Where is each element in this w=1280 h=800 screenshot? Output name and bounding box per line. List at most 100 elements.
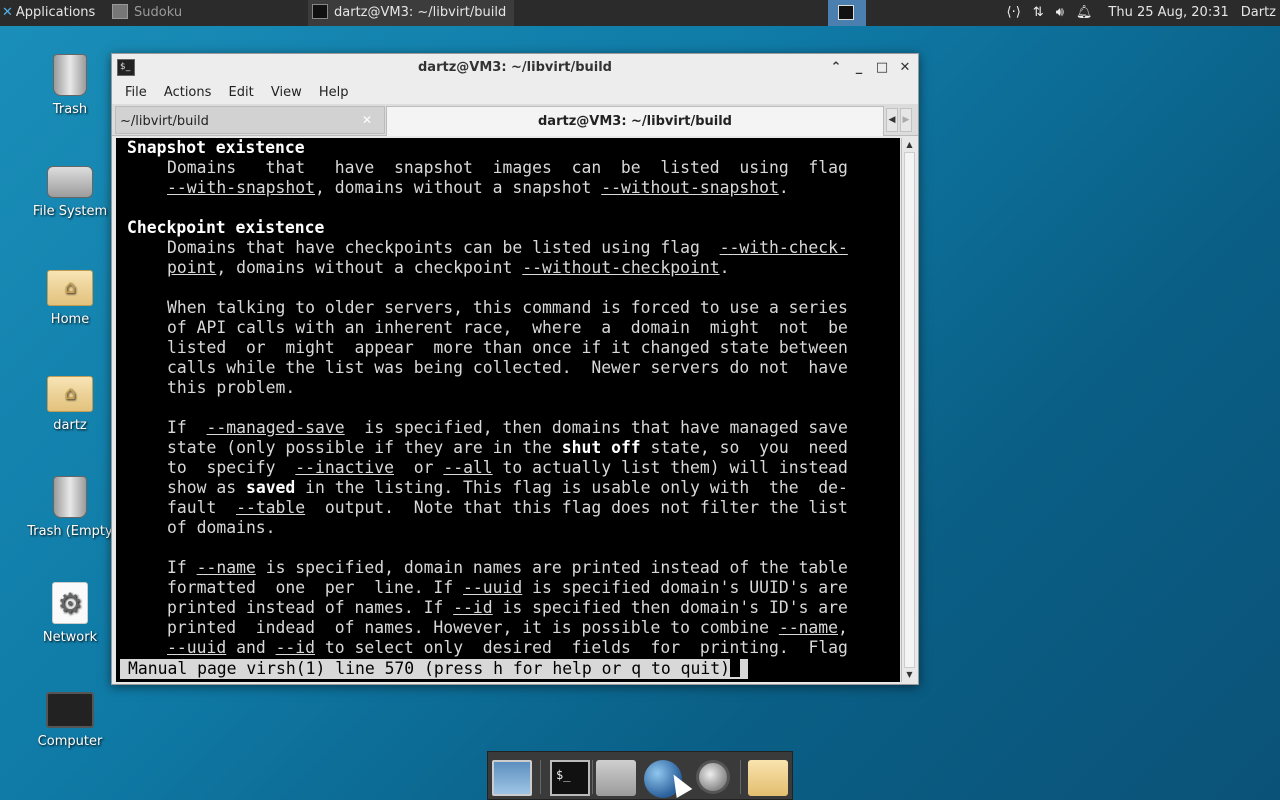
close-tab-icon[interactable]: ✕	[362, 113, 372, 127]
user-menu[interactable]: Dartz	[1241, 5, 1276, 20]
flag-text: --name	[196, 558, 256, 577]
desktop-icon-file-system[interactable]: File System	[20, 158, 120, 219]
menu-bar: File Actions Edit View Help	[112, 82, 918, 104]
tab-libvirt-build[interactable]: ~/libvirt/build ✕	[115, 106, 385, 134]
bold-text: saved	[245, 478, 296, 497]
menu-actions[interactable]: Actions	[164, 82, 212, 100]
terminal-scrollbar[interactable]: ▲ ▼	[901, 138, 917, 682]
menu-help[interactable]: Help	[319, 82, 349, 100]
text-span: to actually list them) will instead	[492, 458, 848, 477]
flag-text: --without-checkpoint	[522, 258, 720, 277]
top-panel: ✕ Applications Sudoku dartz@VM3: ~/libvir…	[0, 0, 1280, 26]
scroll-up-arrow-icon[interactable]: ▲	[902, 138, 917, 152]
man-page-content: Snapshot existence Domains that have sna…	[127, 138, 897, 658]
desktop-icon-label: File System	[32, 204, 108, 219]
text-span: , domains without a snapshot	[315, 178, 602, 197]
text-line: --uuid and --id to select only desired f…	[167, 638, 897, 658]
applications-label: Applications	[15, 5, 96, 20]
flag-text: --id	[453, 598, 493, 617]
tab-scroll-left-icon[interactable]: ◀	[886, 108, 898, 132]
tab-bar: ~/libvirt/build ✕ dartz@VM3: ~/libvirt/b…	[112, 104, 918, 136]
desktop-icon-trash-empty[interactable]: Trash (Empty	[20, 476, 120, 539]
desktop-icon-trash[interactable]: Trash	[20, 54, 120, 117]
text-line: If --managed-save is specified, then dom…	[167, 418, 897, 438]
maximize-button[interactable]: □	[872, 58, 892, 78]
hard-drive-icon	[47, 166, 93, 198]
volume-icon[interactable]: 🔊︎	[1056, 5, 1064, 20]
network-icon[interactable]: ⟨·⟩	[1007, 5, 1021, 20]
text-span: is specified domain's UUID's are	[522, 578, 848, 597]
terminal-window: $_ dartz@VM3: ~/libvirt/build ⌃ _ □ ✕ Fi…	[111, 53, 919, 685]
flag-text: --inactive	[295, 458, 394, 477]
network-gear-icon: ⚙	[52, 582, 88, 624]
text-span: Domains that have checkpoints can be lis…	[167, 238, 720, 257]
menu-file[interactable]: File	[125, 82, 147, 100]
text-span: .	[778, 178, 789, 197]
flag-text: --all	[443, 458, 493, 477]
flag-text: --uuid	[167, 638, 227, 657]
text-line: Domains that have checkpoints can be lis…	[167, 238, 897, 258]
text-line: If --name is specified, domain names are…	[167, 558, 897, 578]
text-span: and	[226, 638, 276, 657]
tab-scroll-right-icon[interactable]: ▶	[900, 108, 912, 132]
desktop-icon-label: Home	[50, 312, 90, 327]
transfer-arrows-icon[interactable]: ⇅	[1033, 5, 1044, 20]
desktop-icon-computer[interactable]: Computer	[20, 688, 120, 749]
monitor-icon	[46, 692, 94, 728]
workspace-switcher[interactable]	[828, 0, 866, 26]
text-line: of domains.	[167, 518, 276, 537]
tab-label: ~/libvirt/build	[120, 114, 209, 129]
text-line: state (only possible if they are in the …	[167, 438, 897, 458]
flag-text: --with-check-	[719, 238, 848, 257]
notification-bell-icon[interactable]: 🔔︎	[1076, 5, 1093, 20]
trash-icon	[53, 54, 87, 96]
taskbar-item-sudoku[interactable]: Sudoku	[108, 0, 306, 26]
menu-view[interactable]: View	[271, 82, 302, 100]
home-folder-icon	[47, 376, 93, 412]
terminal-area[interactable]: Snapshot existence Domains that have sna…	[116, 138, 900, 682]
dock-separator	[592, 760, 593, 794]
scroll-track[interactable]	[904, 152, 915, 668]
desktop-icon-network[interactable]: ⚙ Network	[20, 582, 120, 645]
taskbar-item-label: dartz@VM3: ~/libvirt/build	[334, 5, 507, 20]
taskbar-item-label: Sudoku	[134, 5, 183, 20]
file-manager-launcher-icon[interactable]	[596, 760, 636, 796]
applications-menu[interactable]: ✕ Applications	[2, 0, 106, 26]
scroll-down-arrow-icon[interactable]: ▼	[902, 668, 917, 682]
trash-icon	[53, 476, 87, 518]
desktop-icon-home[interactable]: Home	[20, 264, 120, 327]
terminal-launcher-icon[interactable]: $_	[550, 760, 590, 796]
clock[interactable]: Thu 25 Aug, 20:31	[1108, 5, 1228, 20]
section-heading: Checkpoint existence	[127, 218, 325, 237]
minimize-button[interactable]: _	[849, 58, 869, 78]
terminal-app-icon	[312, 4, 328, 19]
folder-launcher-icon[interactable]	[748, 760, 788, 796]
text-span: to select only desired fields for printi…	[315, 638, 848, 657]
menu-edit[interactable]: Edit	[229, 82, 254, 100]
text-span: Domains that have snapshot images can be…	[167, 158, 848, 177]
tab-active-terminal[interactable]: dartz@VM3: ~/libvirt/build	[386, 106, 884, 136]
home-folder-icon	[47, 270, 93, 306]
flag-text: --without-snapshot	[601, 178, 779, 197]
app-finder-launcher-icon[interactable]	[696, 760, 730, 794]
flag-text: --name	[778, 618, 839, 637]
show-desktop-icon[interactable]	[492, 760, 532, 796]
text-span: or	[393, 458, 444, 477]
window-titlebar[interactable]: $_ dartz@VM3: ~/libvirt/build ⌃ _ □ ✕	[112, 54, 918, 82]
xfce-logo-icon: ✕	[2, 5, 13, 20]
flag-text: point	[167, 258, 217, 277]
text-span: , domains without a checkpoint	[216, 258, 523, 277]
text-span: If	[167, 558, 197, 577]
text-span: is specified, then domains that have man…	[344, 418, 848, 437]
taskbar-item-terminal[interactable]: dartz@VM3: ~/libvirt/build	[308, 0, 514, 26]
text-line: --with-snapshot, domains without a snaps…	[167, 178, 897, 198]
text-span: ,	[838, 618, 848, 637]
flag-text: --id	[275, 638, 316, 657]
bold-text: shut off	[561, 438, 641, 457]
shade-button[interactable]: ⌃	[826, 58, 846, 78]
text-cursor	[729, 659, 740, 677]
close-button[interactable]: ✕	[895, 58, 915, 78]
desktop-icon-dartz[interactable]: dartz	[20, 370, 120, 433]
